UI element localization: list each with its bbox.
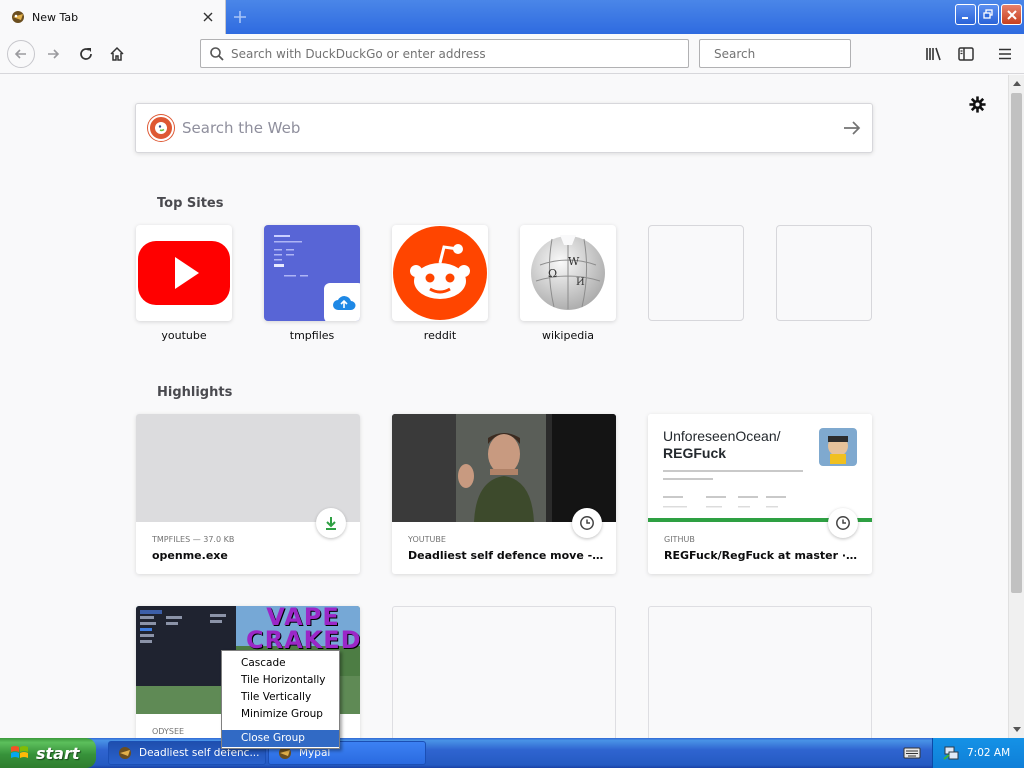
vertical-scrollbar[interactable] [1008, 75, 1024, 738]
scroll-down-arrow-icon[interactable] [1009, 722, 1024, 738]
reddit-logo-icon [392, 225, 488, 321]
taskbar-group-context-menu: Cascade Tile Horizontally Tile Verticall… [221, 650, 340, 749]
web-search-box[interactable] [135, 103, 873, 153]
browser-favicon-icon [12, 11, 24, 23]
top-sites-heading: Top Sites [157, 196, 224, 211]
top-site-youtube[interactable]: youtube [136, 225, 232, 342]
start-button[interactable]: start [0, 738, 96, 768]
menu-item-tile-horizontally[interactable]: Tile Horizontally [222, 672, 339, 689]
close-tab-icon[interactable] [199, 8, 217, 26]
top-site-label: reddit [423, 329, 457, 342]
start-label: start [36, 743, 80, 763]
menu-separator [225, 726, 336, 727]
empty-site-placeholder [648, 225, 744, 321]
home-icon[interactable] [105, 42, 129, 66]
menu-item-minimize-group[interactable]: Minimize Group [222, 706, 339, 723]
vape-banner-text: VAPE CRAKED [246, 606, 360, 654]
keyboard-icon[interactable] [903, 746, 921, 760]
svg-text:Ω: Ω [548, 267, 557, 280]
download-icon [316, 508, 346, 538]
top-site-tmpfiles[interactable]: tmpfiles [264, 225, 360, 342]
card-title: openme.exe [152, 549, 228, 562]
highlight-card[interactable]: UnforeseenOcean/ REGFuck GITHUB REGFuck/… [648, 414, 872, 574]
card-preview-image [392, 414, 616, 522]
network-icon[interactable] [943, 745, 959, 761]
taskbar: start Deadliest self defenc... Mypal 7:0… [0, 738, 1024, 768]
card-context: TMPFILES — 37.0 KB [152, 535, 235, 544]
card-context: GITHUB [664, 535, 695, 544]
forward-icon[interactable] [41, 42, 65, 66]
card-preview-image [136, 414, 360, 522]
scrollbar-thumb[interactable] [1011, 93, 1022, 593]
card-context: ODYSEE [152, 727, 185, 736]
card-preview-image: UnforeseenOcean/ REGFuck [648, 414, 872, 522]
gear-icon[interactable] [967, 94, 987, 114]
cloud-upload-icon [324, 283, 360, 321]
system-tray: 7:02 AM [932, 738, 1024, 768]
clock-icon [828, 508, 858, 538]
highlight-card[interactable]: YOUTUBE Deadliest self defence move - Y.… [392, 414, 616, 574]
restore-window-button[interactable] [978, 4, 999, 25]
title-bar: New Tab [0, 0, 1024, 34]
youtube-logo-icon [136, 225, 232, 321]
empty-highlight-card [392, 606, 616, 738]
new-tab-page: Top Sites youtube tmpfiles [0, 75, 1008, 738]
top-site-label: tmpfiles [289, 329, 335, 342]
back-icon[interactable] [7, 40, 35, 68]
wikipedia-logo-icon: Ω W И [520, 225, 616, 321]
menu-item-tile-vertically[interactable]: Tile Vertically [222, 689, 339, 706]
card-context: YOUTUBE [408, 535, 446, 544]
card-title: Deadliest self defence move - Y... [408, 549, 604, 562]
clock-icon [572, 508, 602, 538]
search-submit-arrow-icon[interactable] [832, 108, 872, 148]
windows-logo-icon [11, 746, 28, 758]
top-site-reddit[interactable]: reddit [392, 225, 488, 342]
scroll-up-arrow-icon[interactable] [1009, 75, 1024, 91]
svg-text:И: И [576, 277, 585, 288]
top-site-wikipedia[interactable]: Ω W И wikipedia [520, 225, 616, 342]
menu-item-close-group[interactable]: Close Group [222, 730, 339, 747]
duckduckgo-logo-icon [148, 115, 174, 141]
browser-favicon-icon [119, 747, 131, 759]
highlights-heading: Highlights [157, 385, 233, 400]
top-site-label: youtube [161, 329, 207, 342]
menu-item-cascade[interactable]: Cascade [222, 655, 339, 672]
tab-new-tab[interactable]: New Tab [0, 0, 226, 34]
navigation-toolbar [0, 34, 1024, 74]
clock: 7:02 AM [967, 747, 1011, 759]
svg-text:W: W [568, 255, 580, 268]
card-title: REGFuck/RegFuck at master · U... [664, 549, 860, 562]
menu-icon[interactable] [993, 42, 1017, 66]
search-bar[interactable] [699, 39, 864, 68]
library-icon[interactable] [922, 42, 946, 66]
search-input[interactable] [714, 46, 864, 61]
empty-highlight-card [648, 606, 872, 738]
address-bar[interactable] [200, 39, 689, 68]
address-input[interactable] [231, 46, 688, 61]
reload-icon[interactable] [74, 42, 98, 66]
minimize-window-button[interactable] [955, 4, 976, 25]
top-site-label: wikipedia [541, 329, 594, 342]
sidebar-toggle-icon[interactable] [954, 42, 978, 66]
new-tab-button[interactable] [228, 5, 252, 29]
close-window-button[interactable] [1001, 4, 1022, 25]
top-site-empty[interactable] [776, 225, 872, 321]
top-site-empty[interactable] [648, 225, 744, 321]
search-icon [210, 46, 224, 61]
web-search-input[interactable] [182, 119, 832, 137]
tab-title: New Tab [32, 10, 79, 24]
tmpfiles-screenshot [264, 225, 360, 321]
empty-site-placeholder [776, 225, 872, 321]
highlight-card[interactable]: TMPFILES — 37.0 KB openme.exe [136, 414, 360, 574]
